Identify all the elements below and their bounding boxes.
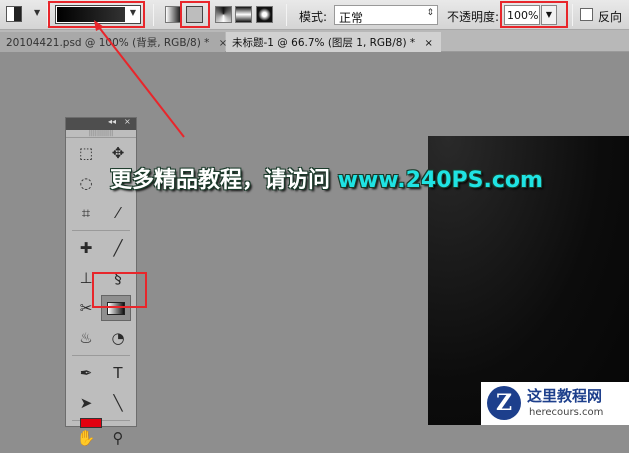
diamond-gradient-icon[interactable] <box>256 6 273 23</box>
reverse-checkbox[interactable] <box>580 8 593 21</box>
blur-icon[interactable]: ♨ <box>76 328 96 348</box>
mode-value: 正常 <box>339 11 364 25</box>
opacity-label: 不透明度: <box>447 10 500 24</box>
reverse-label: 反向 <box>598 10 623 24</box>
path-select-icon[interactable]: ➤ <box>76 393 96 413</box>
dodge-icon[interactable]: ◔ <box>108 328 128 348</box>
promo-message: 更多精品教程，请访问 <box>110 168 338 193</box>
angle-gradient-icon[interactable] <box>215 6 232 23</box>
healing-brush-icon[interactable]: ✚ <box>76 238 96 258</box>
separator <box>72 355 130 356</box>
close-icon[interactable]: × <box>124 117 131 126</box>
promo-url[interactable]: www.240PS.com <box>338 168 543 193</box>
watermark-url: herecours.com <box>529 407 604 418</box>
red-highlight-box <box>500 1 568 28</box>
red-highlight-box <box>92 272 147 308</box>
reflected-gradient-icon[interactable] <box>235 6 252 23</box>
watermark: Z 这里教程网 herecours.com <box>481 382 629 425</box>
move-icon[interactable]: ✥ <box>108 143 128 163</box>
promo-text: 更多精品教程，请访问 www.240PS.com <box>110 162 543 194</box>
tools-panel-header[interactable]: ◂◂ × <box>66 117 136 130</box>
tab-document-1[interactable]: 20104421.psd @ 100% (背景, RGB/8) * × <box>0 32 227 52</box>
foreground-color-swatch[interactable] <box>80 418 102 428</box>
mode-select[interactable]: 正常 ⇕ <box>334 5 438 25</box>
mode-label: 模式: <box>299 10 328 24</box>
close-icon[interactable]: × <box>425 38 433 49</box>
eyedropper-icon[interactable]: ⁄ <box>108 203 128 223</box>
tab-label: 未标题-1 @ 66.7% (图层 1, RGB/8) * <box>232 37 416 49</box>
line-icon[interactable]: ╲ <box>108 393 128 413</box>
brush-icon[interactable]: ╱ <box>108 238 128 258</box>
hand-icon[interactable]: ✋ <box>76 428 96 448</box>
pen-icon[interactable]: ✒ <box>76 363 96 383</box>
site-logo: Z <box>487 386 521 420</box>
gradient-tool-preset-icon[interactable] <box>6 6 22 22</box>
tool-preset-dropdown-icon[interactable]: ▼ <box>34 8 40 17</box>
crop-icon[interactable]: ⌗ <box>76 203 96 223</box>
type-icon[interactable]: T <box>108 363 128 383</box>
watermark-title: 这里教程网 <box>527 387 603 405</box>
options-bar: ▼ ▼ 模式: 正常 ⇕ 不透明度: 100% ▼ 反向 <box>0 0 629 30</box>
separator <box>286 4 287 26</box>
lasso-icon[interactable]: ◌ <box>76 173 96 193</box>
zoom-icon[interactable]: ⚲ <box>108 428 128 448</box>
marquee-icon[interactable]: ⬚ <box>76 143 96 163</box>
document-tab-bar: 20104421.psd @ 100% (背景, RGB/8) * × 未标题-… <box>0 30 629 52</box>
separator <box>153 4 154 26</box>
red-highlight-box <box>48 1 145 28</box>
tab-document-2[interactable]: 未标题-1 @ 66.7% (图层 1, RGB/8) * × <box>226 32 441 52</box>
tab-label: 20104421.psd @ 100% (背景, RGB/8) * <box>6 37 210 49</box>
separator <box>72 230 130 231</box>
separator <box>572 4 573 26</box>
collapse-icon[interactable]: ◂◂ <box>108 117 116 126</box>
panel-grip[interactable]: |||||||||||| <box>66 130 136 138</box>
select-arrows-icon: ⇕ <box>426 8 434 18</box>
red-highlight-box <box>180 1 210 28</box>
